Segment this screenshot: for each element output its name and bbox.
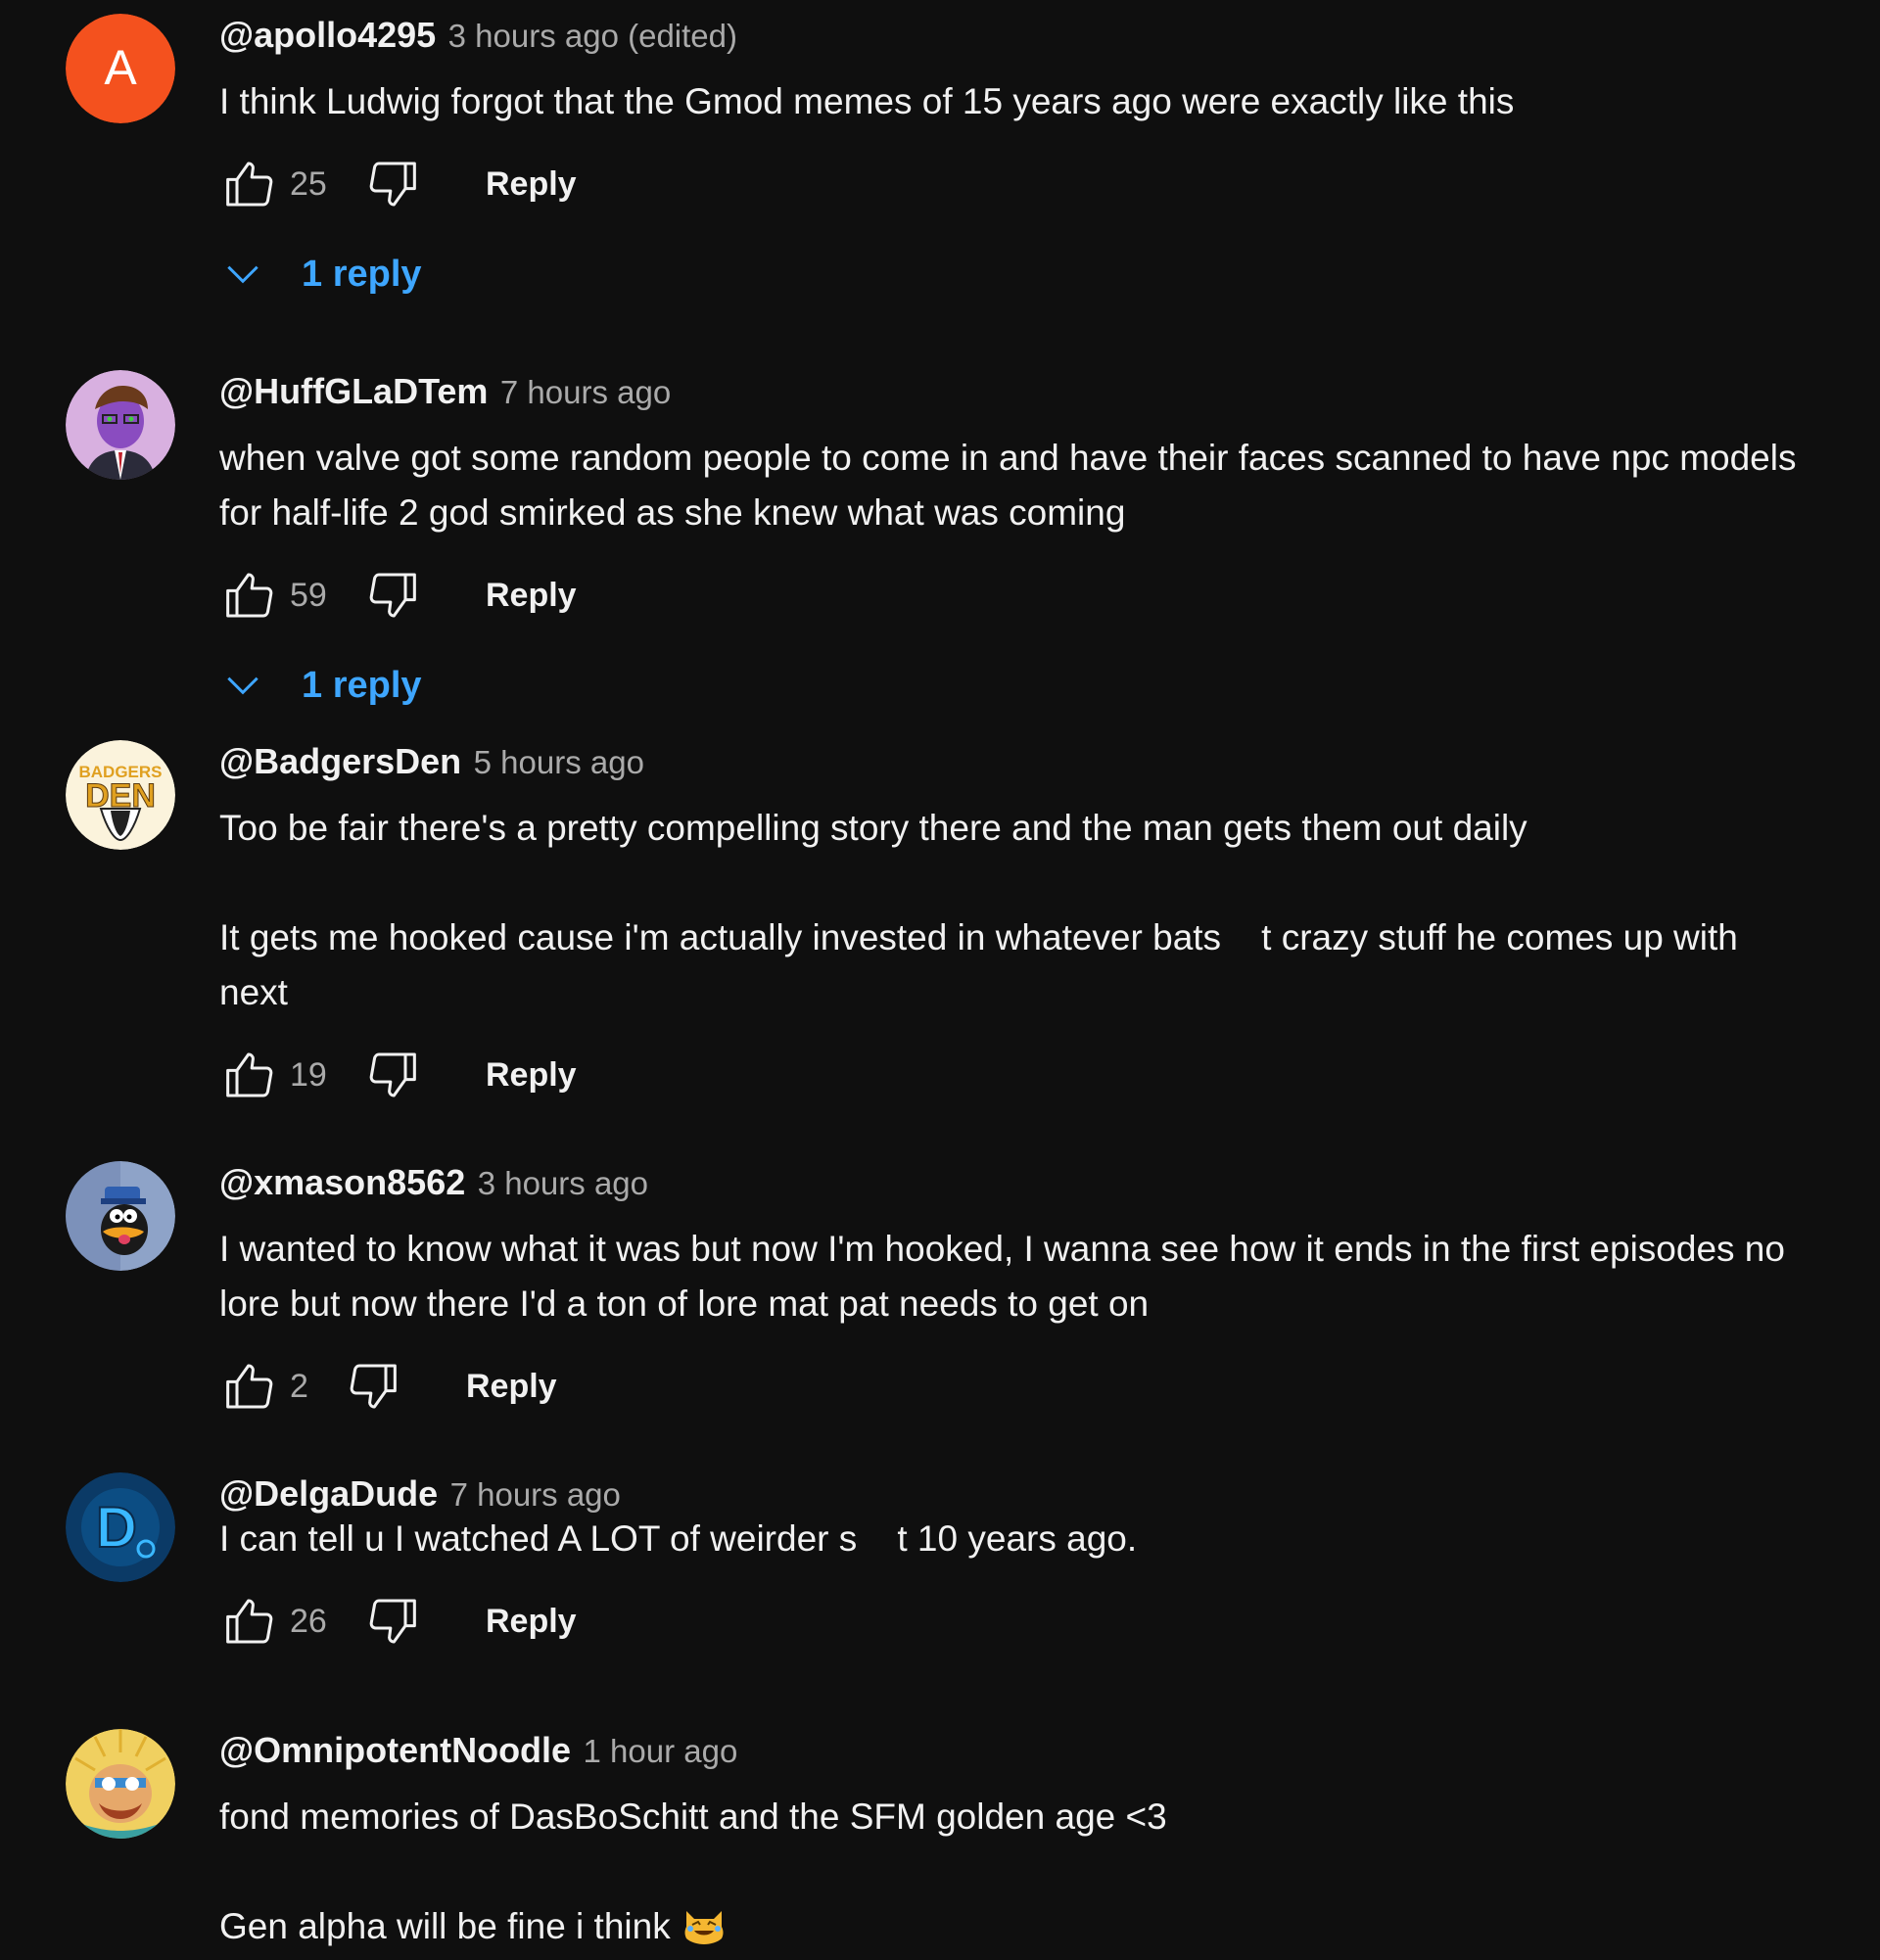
timestamp[interactable]: 3 hours ago (478, 1165, 648, 1201)
author-handle[interactable]: @xmason8562 (219, 1162, 465, 1202)
like-count: 19 (290, 1055, 327, 1094)
comment-line: Too be fair there's a pretty compelling … (219, 808, 1528, 848)
comment-line-with-emoji: Gen alpha will be fine i think (219, 1899, 1802, 1960)
reply-button[interactable]: Reply (486, 165, 577, 204)
comment-actions: 25 Reply (219, 153, 1802, 215)
avatar[interactable]: A (66, 14, 175, 123)
like-count: 59 (290, 576, 327, 614)
dislike-button[interactable] (360, 1590, 423, 1653)
like-button[interactable] (219, 1044, 282, 1106)
like-button[interactable] (219, 1355, 282, 1418)
reply-button[interactable]: Reply (486, 1603, 577, 1641)
timestamp[interactable]: 7 hours ago (450, 1476, 621, 1513)
comment-actions: 26 Reply (219, 1590, 1802, 1653)
author-handle[interactable]: @HuffGLaDTem (219, 371, 488, 411)
author-handle[interactable]: @BadgersDen (219, 741, 461, 781)
like-count: 26 (290, 1602, 327, 1640)
comment-line-blank (219, 1844, 1802, 1899)
comment-actions: 19 Reply (219, 1044, 1802, 1106)
like-count: 25 (290, 164, 327, 203)
avatar[interactable] (66, 1161, 175, 1271)
view-replies-button[interactable]: 1 reply (221, 245, 1802, 303)
svg-text:A: A (104, 40, 137, 95)
comment-line: I can tell u I watched A LOT of weirder … (219, 1518, 1138, 1559)
reply-button[interactable]: Reply (466, 1368, 557, 1406)
noodle-character-avatar-icon (66, 1729, 175, 1839)
thumbs-down-icon (369, 573, 416, 618)
comment-actions: 59 Reply (219, 564, 1802, 627)
comment-line: when valve got some random people to com… (219, 438, 1797, 533)
thumbs-down-icon (350, 1364, 397, 1409)
thumbs-up-icon (226, 1052, 273, 1097)
thumbs-down-icon (369, 1599, 416, 1644)
duck-character-avatar-icon (66, 1161, 175, 1271)
comment-line: I wanted to know what it was but now I'm… (219, 1229, 1785, 1324)
comment-line: Gen alpha will be fine i think (219, 1906, 671, 1946)
reply-button[interactable]: Reply (486, 1056, 577, 1095)
timestamp[interactable]: 5 hours ago (474, 744, 644, 780)
comment-text: I think Ludwig forgot that the Gmod meme… (219, 74, 1802, 129)
comment-text: fond memories of DasBoSchitt and the SFM… (219, 1790, 1802, 1960)
comment-text: Too be fair there's a pretty compelling … (219, 801, 1802, 1020)
like-count: 2 (290, 1367, 308, 1405)
avatar[interactable] (66, 1729, 175, 1839)
comment-line: fond memories of DasBoSchitt and the SFM… (219, 1797, 1167, 1837)
timestamp[interactable]: 7 hours ago (500, 374, 671, 410)
author-handle[interactable]: @apollo4295 (219, 15, 436, 55)
dislike-button[interactable] (360, 564, 423, 627)
thumbs-up-icon (226, 1599, 273, 1644)
comment-line: I think Ludwig forgot that the Gmod meme… (219, 81, 1515, 121)
blue-letter-logo-avatar-icon: D (66, 1472, 175, 1582)
avatar-letter-icon: A (66, 14, 175, 123)
comment-line-blank (219, 856, 1802, 910)
thumbs-up-icon (226, 1364, 273, 1409)
thumbs-down-icon (369, 162, 416, 207)
author-handle[interactable]: @OmnipotentNoodle (219, 1730, 571, 1770)
comment-actions: 2 Reply (219, 1355, 1802, 1418)
like-button[interactable] (219, 1590, 282, 1653)
svg-text:D: D (96, 1496, 137, 1560)
comment-text: I wanted to know what it was but now I'm… (219, 1222, 1802, 1331)
thumbs-up-icon (226, 573, 273, 618)
replies-count-label: 1 reply (302, 253, 422, 295)
replies-count-label: 1 reply (302, 664, 422, 706)
thumbs-down-icon (369, 1052, 416, 1097)
avatar[interactable]: D (66, 1472, 175, 1582)
comment-text: I can tell u I watched A LOT of weirder … (219, 1512, 1802, 1566)
thumbs-up-icon (226, 162, 273, 207)
like-button[interactable] (219, 564, 282, 627)
view-replies-button[interactable]: 1 reply (221, 656, 1802, 715)
like-button[interactable] (219, 153, 282, 215)
timestamp[interactable]: 1 hour ago (584, 1733, 738, 1769)
dislike-button[interactable] (360, 153, 423, 215)
purple-character-avatar-icon (66, 370, 175, 480)
badger-logo-avatar-icon: BADGERS DEN (66, 740, 175, 850)
cat-joy-emoji-icon (682, 1905, 726, 1960)
timestamp[interactable]: 3 hours ago (edited) (448, 18, 737, 54)
dislike-button[interactable] (360, 1044, 423, 1106)
avatar[interactable] (66, 370, 175, 480)
author-handle[interactable]: @DelgaDude (219, 1473, 438, 1514)
comment-text: when valve got some random people to com… (219, 431, 1802, 540)
reply-button[interactable]: Reply (486, 577, 577, 615)
dislike-button[interactable] (341, 1355, 403, 1418)
avatar[interactable]: BADGERS DEN (66, 740, 175, 850)
comment-line: It gets me hooked cause i'm actually inv… (219, 917, 1749, 1012)
chevron-down-icon (227, 265, 258, 284)
chevron-down-icon (227, 677, 258, 695)
